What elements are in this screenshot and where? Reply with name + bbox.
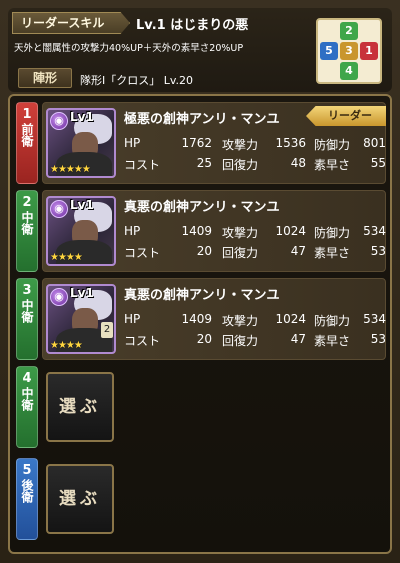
slot-position-label: 中衛 bbox=[20, 387, 34, 411]
unit-name: 極悪の創神アンリ・マンユ bbox=[124, 112, 280, 127]
grid-cell-top: 2 bbox=[340, 22, 358, 40]
stat-def: 801 bbox=[363, 136, 386, 150]
stat-atk: 1024 bbox=[275, 224, 306, 238]
party-slot-4[interactable]: 4 中衛 選ぶ bbox=[16, 366, 386, 448]
rarity-stars: ★★★★ bbox=[50, 252, 83, 263]
stat-def: 534 bbox=[363, 312, 386, 326]
rarity-stars: ★★★★ bbox=[50, 340, 83, 351]
formation-grid[interactable]: 2 5 3 1 4 bbox=[316, 18, 382, 84]
unit-portrait[interactable]: ◉ Lv1 ★★★★ bbox=[46, 196, 116, 266]
unit-level: Lv1 bbox=[70, 110, 94, 124]
slot-position-tab: 2 中衛 bbox=[16, 190, 38, 272]
party-slot-5[interactable]: 5 後衛 選ぶ bbox=[16, 458, 386, 540]
unit-stats: HP 1762 攻撃力 1536 防御力 801 コスト 25 回復力 48 素… bbox=[124, 136, 386, 172]
formation-row[interactable]: 陣形 隊形Ⅰ「クロス」 Lv.20 bbox=[12, 66, 312, 90]
party-panel: 1 前衛 ◉ Lv1 ★★★★★ 極悪の創神アンリ・マンユ リーダー HP 17… bbox=[8, 94, 392, 554]
formation-name: 隊形Ⅰ「クロス」 Lv.20 bbox=[80, 74, 194, 87]
leader-skill-tag: リーダースキル bbox=[12, 12, 130, 34]
rarity-stars: ★★★★★ bbox=[50, 164, 91, 175]
stat-rec: 47 bbox=[290, 332, 306, 346]
grid-cell-right: 1 bbox=[360, 42, 378, 60]
stat-cost: 20 bbox=[196, 332, 212, 346]
slot-position-tab: 3 中衛 bbox=[16, 278, 38, 360]
unit-name: 真悪の創神アンリ・マンユ bbox=[124, 200, 280, 215]
slot-position-label: 前衛 bbox=[20, 123, 34, 147]
stat-spd: 55 bbox=[370, 156, 386, 170]
grid-cell-bottom: 4 bbox=[340, 62, 358, 80]
unit-name: 真悪の創神アンリ・マンユ bbox=[124, 288, 280, 303]
unit-level: Lv1 bbox=[70, 198, 94, 212]
slot-position-tab: 5 後衛 bbox=[16, 458, 38, 540]
stat-rec: 48 bbox=[290, 156, 306, 170]
slot-position-tab: 1 前衛 bbox=[16, 102, 38, 184]
leader-badge: リーダー bbox=[306, 106, 386, 126]
stat-rec: 47 bbox=[290, 244, 306, 258]
slot-position-label: 中衛 bbox=[20, 299, 34, 323]
stat-atk: 1536 bbox=[275, 136, 306, 150]
duplicate-count-badge: 2 bbox=[101, 322, 113, 338]
dark-attribute-icon: ◉ bbox=[50, 200, 68, 218]
party-slot-1[interactable]: 1 前衛 ◉ Lv1 ★★★★★ 極悪の創神アンリ・マンユ リーダー HP 17… bbox=[16, 102, 386, 184]
stat-spd: 53 bbox=[370, 332, 386, 346]
stat-hp: 1409 bbox=[181, 312, 212, 326]
grid-cell-left: 5 bbox=[320, 42, 338, 60]
dark-attribute-icon: ◉ bbox=[50, 288, 68, 306]
stat-hp: 1762 bbox=[181, 136, 212, 150]
dark-attribute-icon: ◉ bbox=[50, 112, 68, 130]
leader-skill-title: Lv.1 はじまりの悪 bbox=[136, 18, 249, 33]
select-unit-button[interactable]: 選ぶ bbox=[46, 372, 114, 442]
stat-hp: 1409 bbox=[181, 224, 212, 238]
unit-level: Lv1 bbox=[70, 286, 94, 300]
leader-skill-description: 天外と闇属性の攻撃力40%UP＋天外の素早さ20%UP bbox=[14, 43, 244, 54]
unit-portrait[interactable]: ◉ Lv1 ★★★★ 2 bbox=[46, 284, 116, 354]
party-slot-2[interactable]: 2 中衛 ◉ Lv1 ★★★★ 真悪の創神アンリ・マンユ HP 1409 攻撃力… bbox=[16, 190, 386, 272]
stat-def: 534 bbox=[363, 224, 386, 238]
unit-stats: HP 1409 攻撃力 1024 防御力 534 コスト 20 回復力 47 素… bbox=[124, 312, 386, 348]
party-slot-3[interactable]: 3 中衛 ◉ Lv1 ★★★★ 2 真悪の創神アンリ・マンユ HP 1409 攻… bbox=[16, 278, 386, 360]
stat-atk: 1024 bbox=[275, 312, 306, 326]
formation-tag: 陣形 bbox=[18, 68, 72, 88]
stat-cost: 25 bbox=[196, 156, 212, 170]
slot-position-label: 中衛 bbox=[20, 211, 34, 235]
grid-cell-center: 3 bbox=[340, 42, 358, 60]
stat-spd: 53 bbox=[370, 244, 386, 258]
stat-cost: 20 bbox=[196, 244, 212, 258]
unit-stats: HP 1409 攻撃力 1024 防御力 534 コスト 20 回復力 47 素… bbox=[124, 224, 386, 260]
select-unit-button[interactable]: 選ぶ bbox=[46, 464, 114, 534]
slot-position-label: 後衛 bbox=[20, 479, 34, 503]
unit-portrait[interactable]: ◉ Lv1 ★★★★★ bbox=[46, 108, 116, 178]
slot-position-tab: 4 中衛 bbox=[16, 366, 38, 448]
party-screen: リーダースキル Lv.1 はじまりの悪 天外と闇属性の攻撃力40%UP＋天外の素… bbox=[0, 0, 400, 563]
